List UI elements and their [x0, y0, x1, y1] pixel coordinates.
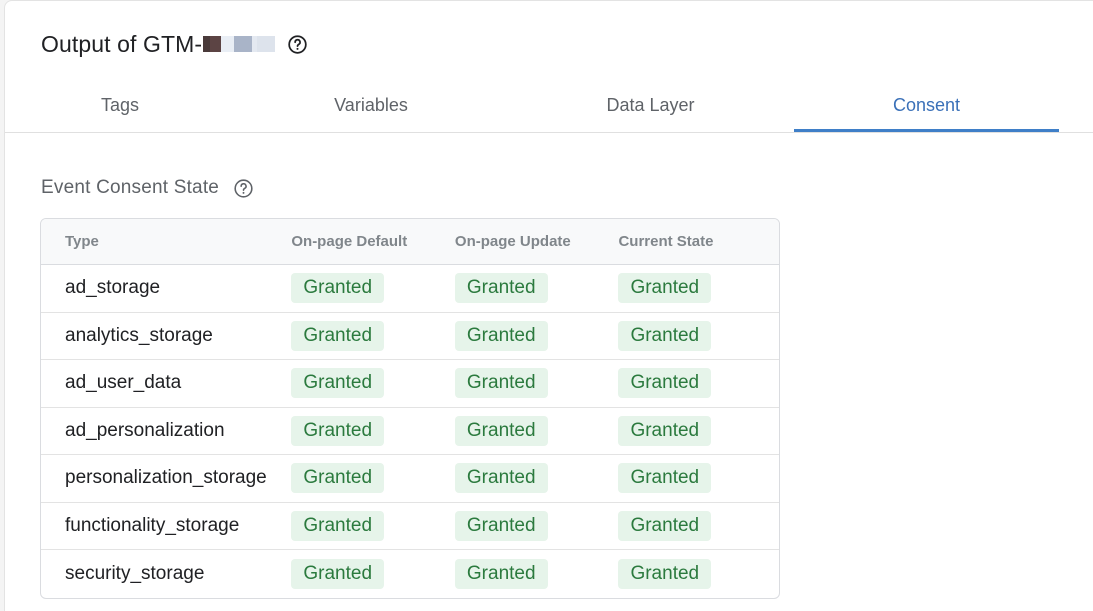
consent-type: ad_personalization [65, 419, 225, 441]
title-row: Output of GTM- [41, 29, 308, 59]
tab-consent[interactable]: Consent [794, 79, 1059, 132]
table-header: Type On-page Default On-page Update Curr… [41, 219, 779, 265]
tab-bar: Tags Variables Data Layer Consent [5, 79, 1093, 133]
status-badge: Granted [291, 463, 385, 494]
table-row: ad_personalization Granted Granted Grant… [41, 408, 779, 455]
column-header-type: Type [65, 233, 99, 250]
consent-type: ad_storage [65, 277, 161, 299]
output-panel: Output of GTM- Tags Variables Data Layer [4, 0, 1093, 611]
status-badge: Granted [618, 510, 712, 541]
table-row: ad_storage Granted Granted Granted [41, 265, 779, 313]
active-tab-indicator [794, 129, 1059, 132]
status-badge: Granted [454, 368, 548, 399]
consent-table: Type On-page Default On-page Update Curr… [40, 218, 780, 599]
consent-type: personalization_storage [65, 467, 267, 489]
help-circle-icon[interactable] [233, 178, 254, 199]
consent-type: ad_user_data [65, 372, 182, 394]
table-row: analytics_storage Granted Granted Grante… [41, 313, 779, 360]
consent-type: analytics_storage [65, 324, 213, 346]
column-header-default: On-page Default [291, 233, 408, 250]
tab-tags[interactable]: Tags [5, 79, 235, 132]
tab-variables[interactable]: Variables [235, 79, 507, 132]
section-header: Event Consent State [41, 174, 254, 202]
status-badge: Granted [291, 368, 385, 399]
status-badge: Granted [618, 273, 712, 304]
column-header-update: On-page Update [454, 233, 571, 250]
status-badge: Granted [454, 273, 548, 304]
redacted-container-id [203, 35, 276, 53]
status-badge: Granted [291, 273, 385, 304]
table-row: functionality_storage Granted Granted Gr… [41, 503, 779, 550]
consent-type: functionality_storage [65, 514, 240, 536]
consent-type: security_storage [65, 562, 205, 584]
status-badge: Granted [454, 320, 548, 351]
table-row: personalization_storage Granted Granted … [41, 455, 779, 503]
status-badge: Granted [291, 510, 385, 541]
status-badge: Granted [454, 510, 548, 541]
section-title: Event Consent State [41, 177, 220, 198]
status-badge: Granted [291, 415, 385, 446]
tab-variables-label: Variables [334, 95, 408, 115]
status-badge: Granted [618, 463, 712, 494]
page-title: Output of GTM- [41, 30, 203, 57]
status-badge: Granted [618, 415, 712, 446]
status-badge: Granted [291, 320, 385, 351]
column-header-current: Current State [618, 233, 714, 250]
tab-tags-label: Tags [100, 95, 140, 115]
help-circle-icon[interactable] [287, 34, 308, 55]
table-row: ad_user_data Granted Granted Granted [41, 360, 779, 408]
tab-data-layer[interactable]: Data Layer [507, 79, 794, 132]
status-badge: Granted [618, 320, 712, 351]
status-badge: Granted [454, 463, 548, 494]
tab-consent-label: Consent [892, 95, 961, 115]
status-badge: Granted [618, 368, 712, 399]
tab-data-layer-label: Data Layer [606, 95, 695, 115]
status-badge: Granted [454, 558, 548, 589]
status-badge: Granted [618, 558, 712, 589]
status-badge: Granted [291, 558, 385, 589]
table-row: security_storage Granted Granted Granted [41, 550, 779, 598]
status-badge: Granted [454, 415, 548, 446]
